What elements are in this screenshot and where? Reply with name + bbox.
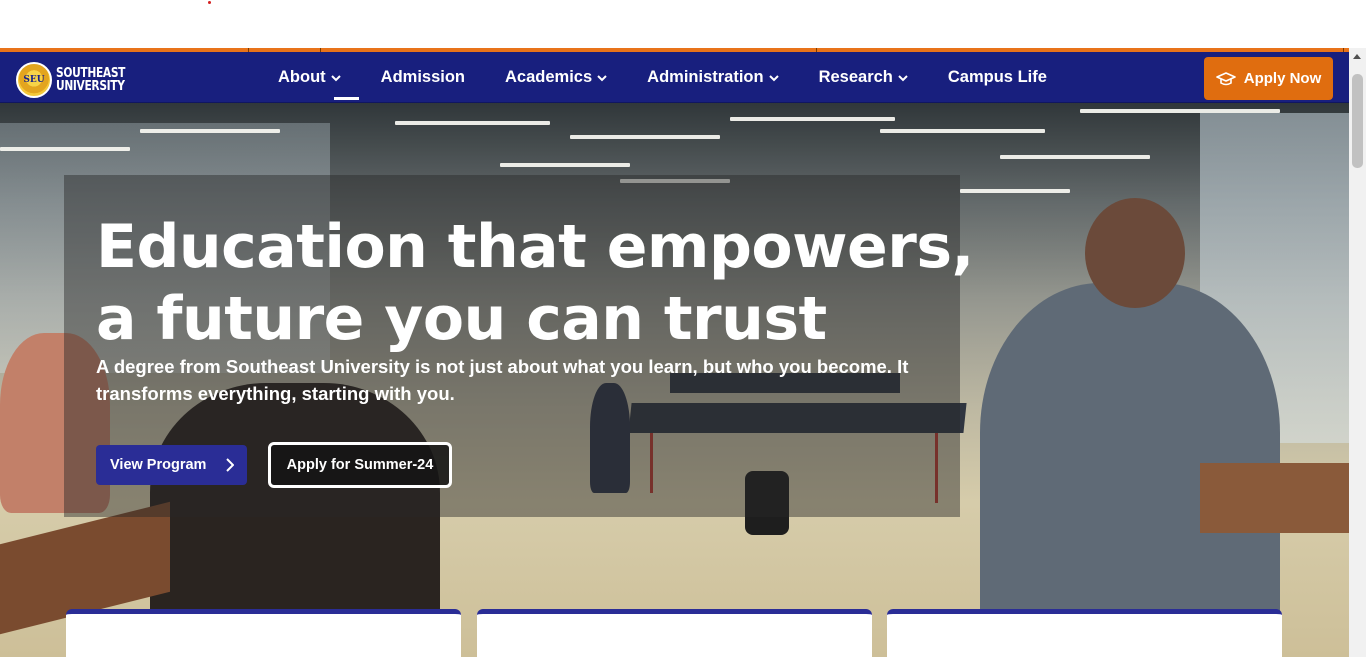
info-card[interactable] [66,609,461,657]
browser-top-strip [0,0,1366,48]
nav-item-administration[interactable]: Administration [647,52,779,103]
nav-item-academics[interactable]: Academics [505,52,607,103]
university-seal-icon: SEU [16,62,52,98]
nav-label-admission: Admission [380,68,466,86]
hero-title-line-1: Education that empowers, [96,212,974,282]
chevron-right-icon [226,458,234,472]
view-program-button[interactable]: View Program [96,445,247,485]
nav-label-administration: Administration [647,68,764,86]
apply-summer-button[interactable]: Apply for Summer-24 [268,442,452,488]
main-navbar: SEU SOUTHEAST UNIVERSITY About Admission… [0,52,1349,103]
nav-label-about: About [278,68,326,86]
logo-line-2: UNIVERSITY [56,79,125,94]
apply-now-button[interactable]: Apply Now [1204,57,1333,100]
chevron-down-icon [597,74,607,81]
nav-item-campus-life[interactable]: Campus Life [948,52,1047,103]
nav-item-research[interactable]: Research [819,52,908,103]
red-dot-marker [208,1,211,4]
info-card[interactable] [887,609,1282,657]
nav-item-about[interactable]: About [278,52,359,103]
hero-title: Education that empowers, a future you ca… [96,211,974,355]
hero-subtitle: A degree from Southeast University is no… [96,356,909,404]
chevron-down-icon [330,74,341,81]
seal-letters: SEU [23,75,45,85]
nav-menu: About Admission Academics Administration… [278,52,1087,103]
info-card[interactable] [477,609,872,657]
scroll-thumb[interactable] [1352,74,1363,168]
university-logo[interactable]: SEU SOUTHEAST UNIVERSITY [16,62,140,98]
nav-label-academics: Academics [505,68,593,86]
apply-now-label: Apply Now [1243,70,1322,87]
page-scrollbar[interactable] [1349,48,1366,657]
chevron-down-icon [898,74,908,81]
logo-wordmark: SOUTHEAST UNIVERSITY [56,67,125,93]
nav-item-admission[interactable]: Admission [381,52,465,103]
hero-title-line-2: a future you can trust [96,284,827,354]
view-program-label: View Program [110,457,207,473]
nav-label-research: Research [818,68,893,86]
nav-label-campus-life: Campus Life [947,68,1047,86]
graduation-cap-icon [1215,71,1236,85]
scroll-up-arrow-icon[interactable] [1353,54,1361,59]
hero-section: Education that empowers, a future you ca… [0,103,1349,657]
apply-summer-label: Apply for Summer-24 [286,457,434,473]
chevron-down-icon [768,74,779,81]
